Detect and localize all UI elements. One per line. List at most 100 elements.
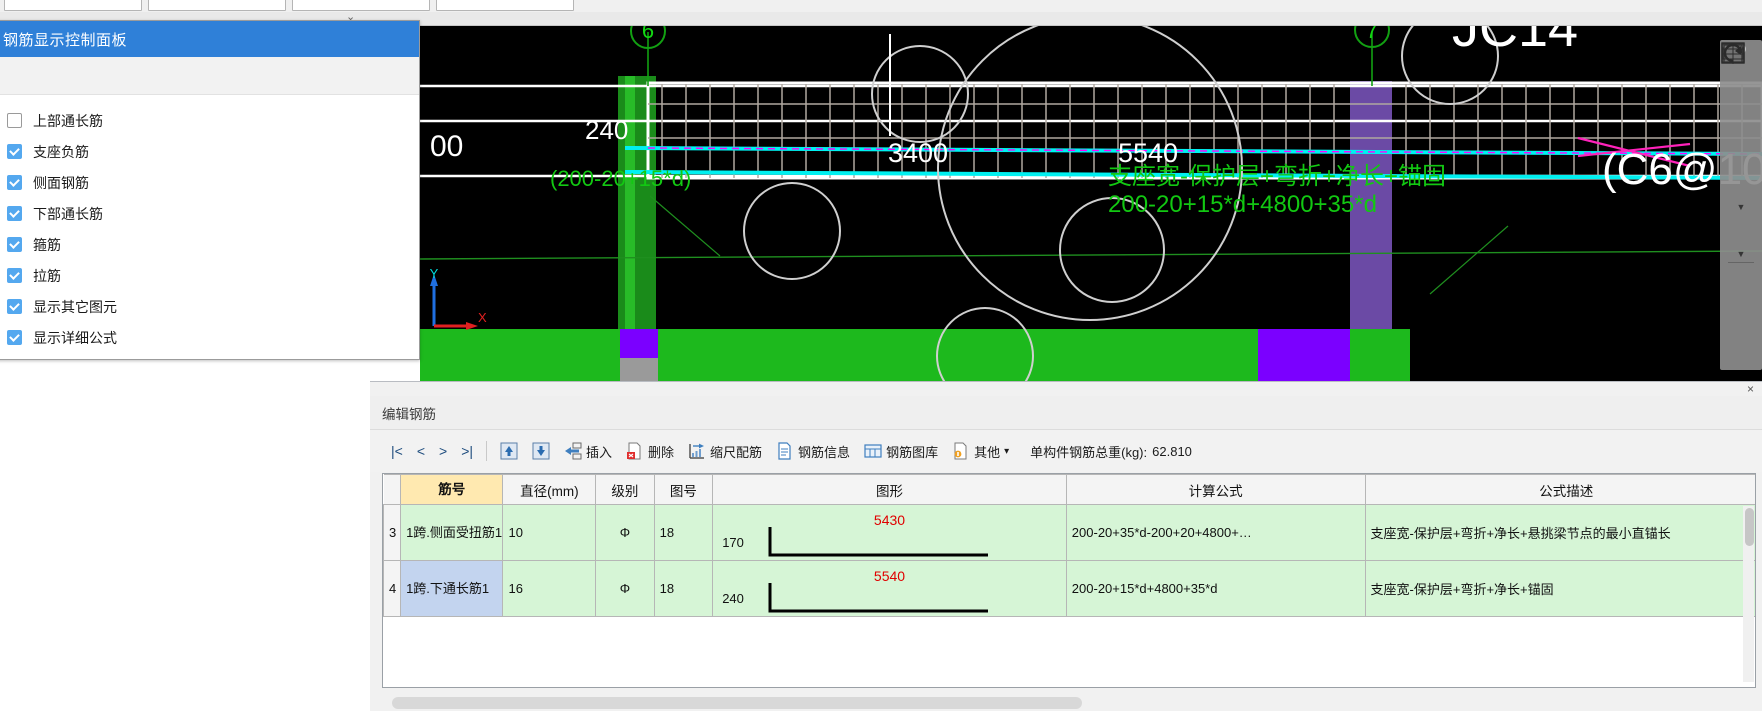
cell-level[interactable]: Φ (595, 560, 655, 617)
total-weight-label: 单构件钢筋总重(kg): (1030, 444, 1148, 460)
nav-next-button[interactable]: > (432, 443, 454, 459)
checkbox-row-show-detail-formula[interactable]: 显示详细公式 (7, 322, 419, 353)
cad-dim-00: 00 (430, 130, 463, 163)
checkbox-icon-unchecked[interactable] (7, 113, 22, 128)
rebar-info-button[interactable]: 钢筋信息 (769, 440, 857, 463)
shape-left-dimension: 240 (722, 590, 744, 606)
col-header-jinhao[interactable]: 筋号 (400, 474, 504, 505)
cad-annot-1: (200-20+15*d) (550, 166, 691, 191)
svg-text:7: 7 (1366, 26, 1378, 43)
cad-annot-2: 支座宽-保护层+弯折+净长+锚固 (1108, 163, 1446, 190)
nav-first-button[interactable]: |< (384, 443, 410, 459)
table-row[interactable]: 4 1跨.下通长筋1 16 Φ 18 240 5540 200-20+15*d+… (383, 560, 1755, 617)
ribbon-input-3[interactable] (292, 0, 430, 11)
checkbox-row-cemian-gangjin[interactable]: 侧面钢筋 (7, 167, 419, 198)
col-header-tuhao[interactable]: 图号 (653, 474, 714, 505)
close-icon[interactable]: × (1747, 382, 1754, 396)
nav-last-button[interactable]: >| (454, 443, 480, 459)
row-index: 4 (383, 560, 402, 617)
cad-viewport[interactable]: 6 7 Y X 00 240 3400 5540 JC14 (200-20+15… (420, 26, 1762, 381)
col-header-description[interactable]: 公式描述 (1364, 474, 1755, 505)
arrow-up-icon (500, 442, 518, 460)
scale-rebar-icon (689, 443, 705, 459)
chevron-down-icon[interactable]: ▾ (1004, 446, 1009, 457)
cell-diameter[interactable]: 10 (502, 504, 597, 561)
other-button[interactable]: 其他 ▾ (945, 440, 1016, 463)
checkbox-row-zhizuofujin[interactable]: 支座负筋 (7, 136, 419, 167)
edit-rebar-toolbar: |< < > >| 插入 删除 缩尺配筋 钢筋信息 钢筋图库 其他 ▾ 单构件钢… (370, 430, 1762, 472)
table-row[interactable]: 3 1跨.侧面受扭筋1 10 Φ 18 170 5430 200-20+35*d… (383, 504, 1755, 561)
cad-drawing: 6 7 Y X 00 240 3400 5540 JC14 (200-20+15… (420, 26, 1762, 381)
ribbon-input-1[interactable] (4, 0, 142, 11)
view-more-caret-down-icon[interactable]: ▼ (1737, 203, 1746, 212)
insert-button[interactable]: 插入 (557, 440, 619, 463)
checkbox-row-gujin[interactable]: 箍筋 (7, 229, 419, 260)
checkbox-label: 侧面钢筋 (33, 174, 89, 191)
rebar-table-wrapper[interactable]: 筋号 直径(mm) 级别 图号 图形 计算公式 公式描述 3 1跨.侧面受扭筋1… (382, 473, 1756, 688)
rotate-more-caret-down-icon[interactable]: ▼ (1737, 250, 1746, 259)
checkbox-icon-checked[interactable] (7, 268, 22, 283)
layer-table-icon[interactable] (1721, 42, 1758, 307)
delete-icon (627, 442, 641, 460)
checkbox-icon-checked[interactable] (7, 175, 22, 190)
cell-formula[interactable]: 200-20+15*d+4800+35*d (1065, 560, 1366, 617)
cell-jinhao[interactable]: 1跨.侧面受扭筋1 (400, 504, 504, 561)
delete-button[interactable]: 删除 (619, 440, 681, 463)
cell-shape[interactable]: 170 5430 (712, 504, 1067, 561)
checkbox-row-shangbu-tongchangjin[interactable]: 上部通长筋 (7, 105, 419, 136)
checkbox-label: 箍筋 (33, 236, 61, 253)
col-header-shape[interactable]: 图形 (712, 474, 1067, 505)
cell-tuhao[interactable]: 18 (653, 560, 714, 617)
rebar-shape-icon (768, 582, 989, 612)
col-header-formula[interactable]: 计算公式 (1065, 474, 1366, 505)
other-label: 其他 (974, 444, 1001, 460)
table-horizontal-scrollbar[interactable] (392, 697, 1082, 709)
checkbox-icon-checked[interactable] (7, 299, 22, 314)
row-index: 3 (383, 504, 402, 561)
col-header-level[interactable]: 级别 (595, 474, 655, 505)
rebar-library-button[interactable]: 钢筋图库 (857, 440, 945, 463)
cell-description[interactable]: 支座宽-保护层+弯折+净长+锚固 (1364, 560, 1755, 617)
view-iso-icon[interactable] (1723, 44, 1758, 204)
ribbon-input-2[interactable] (148, 0, 286, 11)
move-down-button[interactable] (525, 440, 557, 462)
ribbon-input-4[interactable] (436, 0, 574, 11)
view-top-icon[interactable] (1721, 42, 1758, 164)
table-vertical-scroll-thumb[interactable] (1745, 508, 1754, 546)
checkbox-row-xiabu-tongchangjin[interactable]: 下部通长筋 (7, 198, 419, 229)
checkbox-icon-checked[interactable] (7, 144, 22, 159)
checkbox-icon-checked[interactable] (7, 330, 22, 345)
col-header-diameter[interactable]: 直径(mm) (502, 474, 597, 505)
rebar-library-label: 钢筋图库 (886, 444, 939, 460)
move-up-button[interactable] (493, 440, 525, 462)
rotate-icon[interactable] (1723, 43, 1758, 251)
checkbox-label: 显示详细公式 (33, 329, 117, 346)
rebar-library-icon (864, 444, 882, 458)
insert-icon (565, 442, 582, 460)
scale-rebar-button[interactable]: 缩尺配筋 (681, 440, 769, 463)
rebar-display-control-panel[interactable]: 钢筋显示控制面板 上部通长筋 支座负筋 侧面钢筋 下部通长筋 箍筋 拉筋 显示其… (0, 20, 420, 360)
view-toolbar-divider (1728, 262, 1754, 263)
cell-tuhao[interactable]: 18 (653, 504, 714, 561)
nav-prev-button[interactable]: < (410, 443, 432, 459)
cell-shape[interactable]: 240 5540 (712, 560, 1067, 617)
cad-title-jc14: JC14 (1452, 26, 1578, 58)
cell-description[interactable]: 支座宽-保护层+弯折+净长+悬挑梁节点的最小直锚长 (1364, 504, 1755, 561)
checkbox-icon-checked[interactable] (7, 237, 22, 252)
arrow-down-icon (532, 442, 550, 460)
checkbox-row-show-other-elements[interactable]: 显示其它图元 (7, 291, 419, 322)
cad-dim-240: 240 (585, 115, 628, 145)
checkbox-icon-checked[interactable] (7, 206, 22, 221)
delete-label: 删除 (648, 444, 675, 460)
cell-diameter[interactable]: 16 (502, 560, 597, 617)
checkbox-label: 支座负筋 (33, 143, 89, 160)
dock-title-text: 编辑钢筋 (382, 406, 436, 422)
view-toolbar[interactable]: ▼ ▼ (1720, 40, 1762, 370)
cell-level[interactable]: Φ (595, 504, 655, 561)
checkbox-row-lajin[interactable]: 拉筋 (7, 260, 419, 291)
cell-formula[interactable]: 200-20+35*d-200+20+4800+… (1065, 504, 1366, 561)
view-front-icon[interactable] (1721, 43, 1758, 124)
dock-close-bar: × (370, 382, 1762, 396)
cell-jinhao[interactable]: 1跨.下通长筋1 (400, 560, 504, 617)
toolbar-divider (486, 441, 487, 461)
